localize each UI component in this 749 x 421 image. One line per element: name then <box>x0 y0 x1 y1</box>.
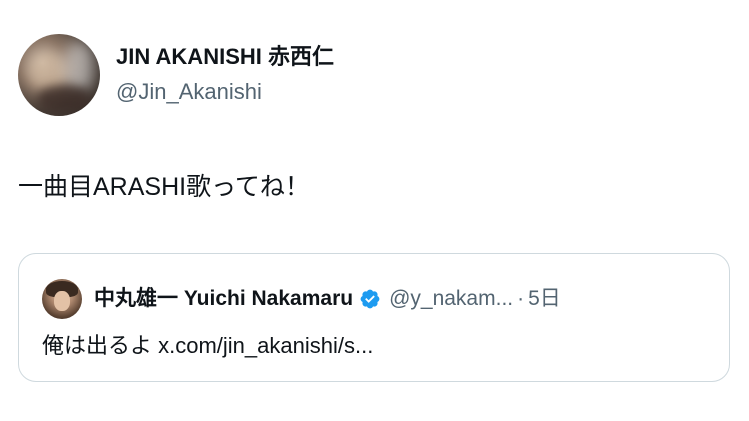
quoted-tweet-text: 俺は出るよ x.com/jin_akanishi/s... <box>42 333 374 358</box>
verified-badge-icon <box>360 289 380 309</box>
quoted-tweet-header: 中丸雄一 Yuichi Nakamaru @y_nakam... · 5日 <box>42 279 561 319</box>
avatar-photo-blur <box>38 86 90 112</box>
quoted-tweet-time[interactable]: 5日 <box>528 285 561 313</box>
quoted-author-avatar[interactable] <box>42 279 82 319</box>
author-display-name[interactable]: JIN AKANISHI 赤西仁 <box>116 43 334 71</box>
author-handle[interactable]: @Jin_Akanishi <box>116 77 334 107</box>
tweet-header: JIN AKANISHI 赤西仁 @Jin_Akanishi <box>18 34 334 116</box>
avatar-photo-blur <box>64 42 94 92</box>
quoted-tweet[interactable]: 中丸雄一 Yuichi Nakamaru @y_nakam... · 5日 俺は… <box>18 253 730 382</box>
quoted-author-name[interactable]: 中丸雄一 Yuichi Nakamaru <box>94 285 353 313</box>
tweet-text: 一曲目ARASHI歌ってね！ <box>18 173 310 201</box>
separator-dot: · <box>517 287 525 310</box>
author-avatar[interactable] <box>18 34 100 116</box>
avatar-face <box>54 291 70 311</box>
tweet-card: JIN AKANISHI 赤西仁 @Jin_Akanishi 一曲目ARASHI… <box>0 0 749 421</box>
quoted-author-handle[interactable]: @y_nakam... <box>389 285 513 313</box>
author-names: JIN AKANISHI 赤西仁 @Jin_Akanishi <box>116 43 334 107</box>
